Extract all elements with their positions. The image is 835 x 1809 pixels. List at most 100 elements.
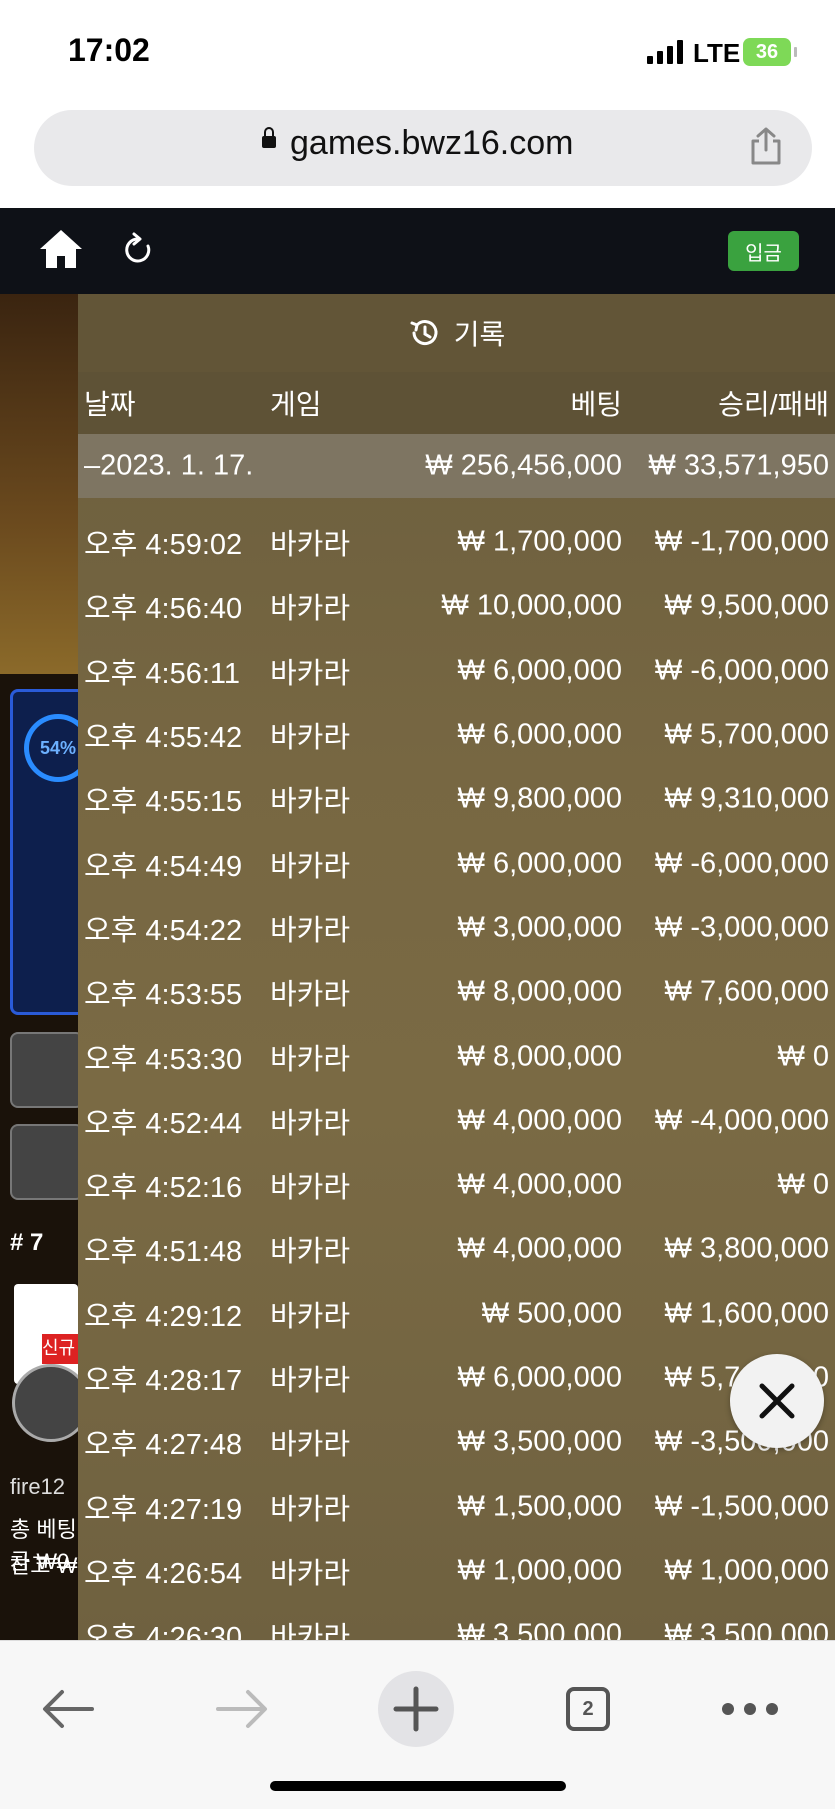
row-bet: ₩ 4,000,000	[457, 1104, 622, 1137]
row-game: 바카라	[270, 1107, 351, 1140]
row-time: 오후 4:55:15	[84, 786, 243, 819]
row-time: 오후 4:51:48	[84, 1236, 243, 1269]
player-button[interactable]	[10, 1032, 78, 1108]
row-result: ₩ -6,000,000	[654, 847, 829, 880]
deposit-button[interactable]: 입금	[728, 231, 799, 271]
new-tab-button[interactable]	[378, 1671, 454, 1747]
app-header: 입금	[0, 208, 835, 294]
history-row: 오후 4:55:15 바카라 ₩ 9,800,000 ₩ 9,310,000	[78, 767, 835, 831]
row-time: 오후 4:53:55	[84, 979, 243, 1012]
lock-icon	[262, 127, 276, 148]
row-game: 바카라	[270, 1236, 351, 1269]
row-result: ₩ 5,700,000	[664, 718, 829, 751]
more-icon[interactable]	[722, 1703, 778, 1715]
history-row: 오후 4:56:11 바카라 ₩ 6,000,000 ₩ -6,000,000	[78, 639, 835, 703]
row-game: 바카라	[270, 1300, 351, 1333]
row-game: 바카라	[270, 657, 351, 690]
network-label: LTE	[693, 38, 741, 68]
table-number: # 7	[10, 1229, 44, 1256]
column-game: 게임	[270, 389, 322, 420]
row-time: 오후 4:29:12	[84, 1300, 243, 1333]
close-button[interactable]	[730, 1354, 824, 1448]
row-bet: ₩ 9,800,000	[457, 782, 622, 815]
history-row: 오후 4:29:12 바카라 ₩ 500,000 ₩ 1,600,000	[78, 1282, 835, 1346]
player-button-2[interactable]	[10, 1124, 78, 1200]
row-bet: ₩ 6,000,000	[457, 847, 622, 880]
history-row: 오후 4:26:54 바카라 ₩ 1,000,000 ₩ 1,000,000	[78, 1539, 835, 1603]
history-row: 오후 4:52:44 바카라 ₩ 4,000,000 ₩ -4,000,000	[78, 1089, 835, 1153]
row-result: ₩ -1,500,000	[654, 1490, 829, 1523]
row-bet: ₩ 8,000,000	[457, 1040, 622, 1073]
row-result: ₩ 1,600,000	[664, 1297, 829, 1330]
share-icon[interactable]	[748, 126, 784, 166]
row-game: 바카라	[270, 1043, 351, 1076]
row-bet: ₩ 500,000	[481, 1297, 622, 1330]
row-bet: ₩ 4,000,000	[457, 1232, 622, 1265]
row-game: 바카라	[270, 979, 351, 1012]
row-game: 바카라	[270, 1172, 351, 1205]
row-time: 오후 4:26:30	[84, 1622, 243, 1640]
column-result: 승리/패배	[718, 389, 829, 420]
row-time: 오후 4:52:16	[84, 1172, 243, 1205]
row-bet: ₩ 4,000,000	[457, 1168, 622, 1201]
history-summary-row[interactable]: –2023. 1. 17. ₩ 256,456,000 ₩ 33,571,950	[78, 434, 835, 498]
plus-icon	[393, 1686, 439, 1732]
signal-icon	[647, 40, 683, 64]
row-bet: ₩ 10,000,000	[441, 589, 622, 622]
row-result: ₩ 0	[777, 1040, 829, 1073]
home-indicator	[270, 1781, 566, 1791]
history-icon	[410, 320, 438, 346]
url-text[interactable]: games.bwz16.com	[290, 124, 573, 163]
close-icon	[759, 1383, 795, 1419]
column-date: 날짜	[84, 389, 136, 420]
history-row: 오후 4:55:42 바카라 ₩ 6,000,000 ₩ 5,700,000	[78, 703, 835, 767]
row-game: 바카라	[270, 722, 351, 755]
tabs-button[interactable]: 2	[566, 1687, 610, 1731]
summary-date: –2023. 1. 17.	[84, 449, 254, 482]
row-result: ₩ 9,500,000	[664, 589, 829, 622]
row-bet: ₩ 1,000,000	[457, 1554, 622, 1587]
row-result: ₩ -1,700,000	[654, 525, 829, 558]
row-game: 바카라	[270, 1365, 351, 1397]
row-result: ₩ 3,800,000	[664, 1232, 829, 1265]
row-bet: ₩ 1,500,000	[457, 1490, 622, 1523]
row-result: ₩ 3,500,000	[664, 1618, 829, 1640]
home-icon[interactable]	[38, 228, 84, 270]
row-bet: ₩ 8,000,000	[457, 975, 622, 1008]
row-result: ₩ -3,000,000	[654, 911, 829, 944]
browser-url-area: games.bwz16.com	[0, 100, 835, 208]
chip-button[interactable]	[12, 1364, 78, 1442]
row-time: 오후 4:55:42	[84, 722, 243, 755]
history-row: 오후 4:54:49 바카라 ₩ 6,000,000 ₩ -6,000,000	[78, 831, 835, 895]
battery-icon: 36	[743, 38, 797, 66]
history-row: 오후 4:52:16 바카라 ₩ 4,000,000 ₩ 0	[78, 1153, 835, 1217]
row-bet: ₩ 3,000,000	[457, 911, 622, 944]
forward-arrow-icon[interactable]	[214, 1687, 270, 1731]
url-bar[interactable]: games.bwz16.com	[34, 110, 812, 186]
row-game: 바카라	[270, 914, 351, 947]
row-bet: ₩ 6,000,000	[457, 654, 622, 687]
row-game: 바카라	[270, 1622, 351, 1640]
history-row: 오후 4:26:30 바카라 ₩ 3,500,000 ₩ 3,500,000	[78, 1603, 835, 1640]
summary-bet: ₩ 256,456,000	[425, 449, 622, 482]
history-row: 오후 4:54:22 바카라 ₩ 3,000,000 ₩ -3,000,000	[78, 896, 835, 960]
row-time: 오후 4:27:19	[84, 1493, 243, 1526]
row-result: ₩ 9,310,000	[664, 782, 829, 815]
balance: 잔고 ₩	[10, 1553, 78, 1578]
history-row: 오후 4:53:55 바카라 ₩ 8,000,000 ₩ 7,600,000	[78, 960, 835, 1024]
history-title-bar: 기록	[78, 294, 835, 372]
summary-result: ₩ 33,571,950	[648, 449, 829, 482]
row-time: 오후 4:28:17	[84, 1365, 243, 1397]
row-time: 오후 4:26:54	[84, 1557, 243, 1590]
history-row: 오후 4:53:30 바카라 ₩ 8,000,000 ₩ 0	[78, 1024, 835, 1088]
row-game: 바카라	[270, 1493, 351, 1526]
history-rows: 오후 4:59:02 바카라 ₩ 1,700,000 ₩ -1,700,000 오후 4…	[78, 510, 835, 1640]
back-arrow-icon[interactable]	[40, 1687, 96, 1731]
username: fire12	[10, 1474, 66, 1499]
row-time: 오후 4:56:11	[84, 657, 241, 690]
row-time: 오후 4:53:30	[84, 1043, 243, 1076]
row-bet: ₩ 3,500,000	[457, 1618, 622, 1640]
reload-icon[interactable]	[122, 232, 154, 268]
row-time: 오후 4:54:22	[84, 914, 243, 947]
row-time: 오후 4:59:02	[84, 529, 243, 562]
